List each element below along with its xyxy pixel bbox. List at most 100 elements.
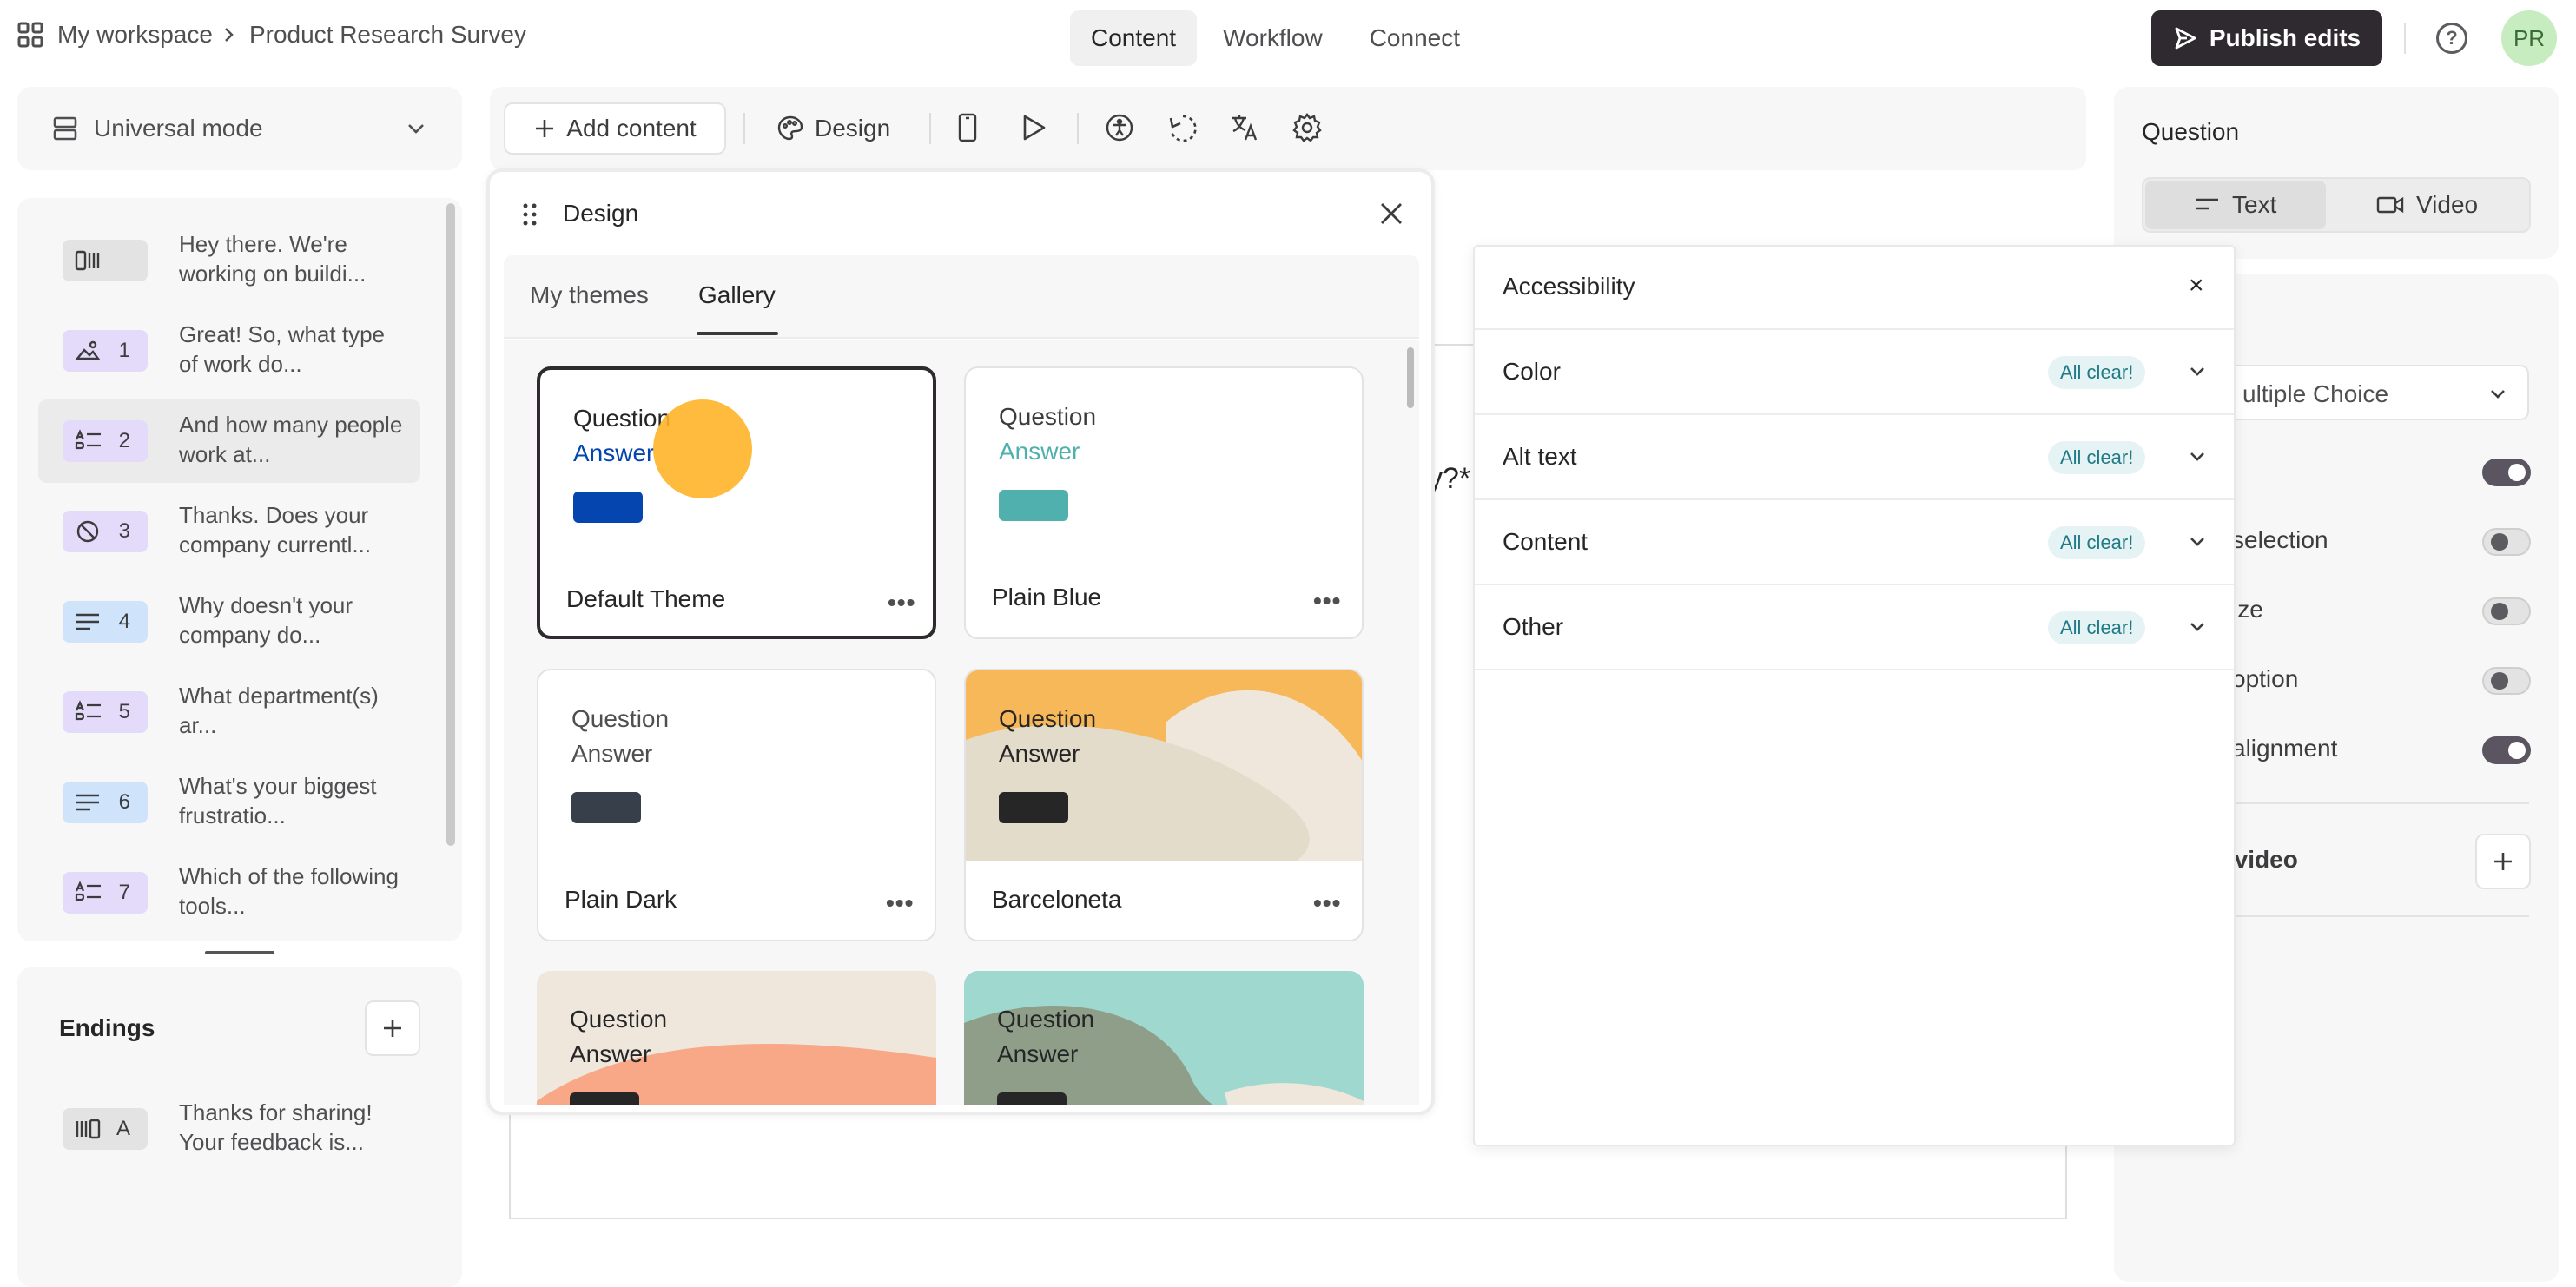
theme-background-art [537,1044,936,1105]
mode-label: Universal mode [94,115,263,142]
list-item[interactable]: 1 Great! So, what type of work do... [38,309,420,393]
question-badge: 3 [63,511,148,552]
play-icon[interactable] [1020,113,1047,142]
question-settings-header: Question Text Video [2114,87,2559,259]
add-media-button[interactable] [2475,834,2531,889]
avatar[interactable]: PR [2501,10,2557,66]
scrollbar[interactable] [446,203,455,846]
theme-card-barceloneta[interactable]: Question Answer Barceloneta ••• [964,669,1364,941]
alignment-toggle[interactable] [2482,736,2531,764]
more-options-icon[interactable]: ••• [1313,889,1341,917]
design-panel: Design My themes Gallery Question Answer… [486,168,1435,1115]
translate-icon[interactable] [1230,113,1259,142]
question-number: 7 [118,881,130,904]
palette-icon [777,116,803,141]
theme-card[interactable]: Question Answer [537,971,936,1105]
preview-answer: Answer [997,1040,1079,1067]
multiple-selection-toggle[interactable] [2482,528,2531,556]
question-number: 1 [118,339,130,362]
preview-button [999,792,1068,823]
survey-title[interactable]: Product Research Survey [249,21,526,49]
list-item[interactable]: 5 What department(s) ar... [38,670,420,754]
more-options-icon[interactable]: ••• [1313,587,1341,615]
preview-button [573,492,643,523]
tab-connect[interactable]: Connect [1349,10,1481,66]
preview-button [997,1092,1067,1105]
setting-other-option-label: option [2232,665,2299,692]
design-panel-title: Design [563,200,639,227]
gear-icon[interactable] [1292,113,1322,142]
list-item[interactable]: A Thanks for sharing! Your feedback is..… [38,1087,420,1171]
workspace-link[interactable]: My workspace [57,21,213,49]
drag-handle-icon[interactable] [521,201,538,228]
list-item[interactable]: 4 Why doesn't your company do... [38,580,420,663]
yes-no-icon [75,519,101,544]
list-item[interactable]: 7 Which of the following tools... [38,851,420,934]
chevron-down-icon [2487,384,2508,405]
row-label: Other [1503,613,1564,640]
preview-button [999,490,1068,521]
theme-card-plain-dark[interactable]: Question Answer Plain Dark ••• [537,669,936,941]
design-button[interactable]: Design [776,102,890,155]
question-number: 3 [118,519,130,543]
required-toggle[interactable] [2482,459,2531,486]
add-ending-button[interactable] [365,1000,420,1056]
mode-selector[interactable]: Universal mode [17,87,462,170]
video-option[interactable]: Video [2376,191,2478,219]
close-icon[interactable]: × [2189,271,2204,300]
close-icon[interactable] [1377,200,1405,228]
accessibility-row-content[interactable]: Content All clear! [1475,500,2234,585]
accessibility-row-other[interactable]: Other All clear! [1475,585,2234,670]
accessibility-icon[interactable] [1105,113,1134,142]
resize-handle[interactable] [205,951,274,954]
preview-answer: Answer [999,438,1080,465]
mobile-preview-icon[interactable] [957,113,978,142]
add-content-button[interactable]: Add content [504,102,726,155]
tab-gallery[interactable]: Gallery [698,281,776,309]
chevron-down-icon [2187,531,2208,552]
welcome-screen-icon [75,249,101,272]
video-icon [2376,196,2404,214]
other-option-toggle[interactable] [2482,667,2531,695]
theme-name: Default Theme [566,585,726,612]
text-option-label: Text [2232,191,2277,218]
randomize-toggle[interactable] [2482,597,2531,625]
question-text: Thanks. Does your company currentl... [179,502,372,558]
text-option[interactable]: Text [2194,191,2276,219]
question-badge [63,240,148,281]
question-text: And how many people work at... [179,412,403,467]
accessibility-row-alt-text[interactable]: Alt text All clear! [1475,415,2234,500]
loading-spinner-icon[interactable] [1167,113,1199,144]
theme-name: Plain Blue [992,584,1102,610]
tab-my-themes[interactable]: My themes [530,281,649,309]
text-icon [2196,198,2218,210]
help-icon[interactable]: ? [2436,23,2467,54]
theme-background-art [964,1006,1364,1105]
apps-grid-icon[interactable] [17,22,43,48]
more-options-icon[interactable]: ••• [888,589,915,617]
publish-label: Publish edits [2209,24,2361,51]
send-icon [2173,26,2197,50]
question-text: What department(s) ar... [179,683,379,738]
accessibility-row-color[interactable]: Color All clear! [1475,330,2234,415]
more-options-icon[interactable]: ••• [886,889,914,917]
plus-icon [536,120,554,137]
tab-content[interactable]: Content [1070,10,1198,66]
chevron-down-icon [2187,446,2208,467]
scrollbar[interactable] [1407,347,1414,408]
theme-card[interactable]: Question Answer [964,971,1364,1105]
list-item[interactable]: 2 And how many people work at... [38,399,420,483]
list-item[interactable]: 6 What's your biggest frustratio... [38,761,420,844]
status-badge: All clear! [2048,611,2146,644]
question-text: What's your biggest frustratio... [179,773,377,828]
list-item[interactable]: 3 Thanks. Does your company currentl... [38,490,420,573]
active-tab-indicator [697,332,778,335]
theme-card-default[interactable]: Question Answer Default Theme ••• [537,366,936,639]
setting-randomize-label: ize [2232,596,2263,623]
theme-preview: Question Answer [537,971,936,1105]
tab-workflow[interactable]: Workflow [1202,10,1344,66]
theme-card-plain-blue[interactable]: Question Answer Plain Blue ••• [964,366,1364,639]
publish-button[interactable]: Publish edits [2151,10,2382,66]
list-item[interactable]: Hey there. We're working on buildi... [38,219,420,302]
ending-screen-icon [75,1118,101,1140]
